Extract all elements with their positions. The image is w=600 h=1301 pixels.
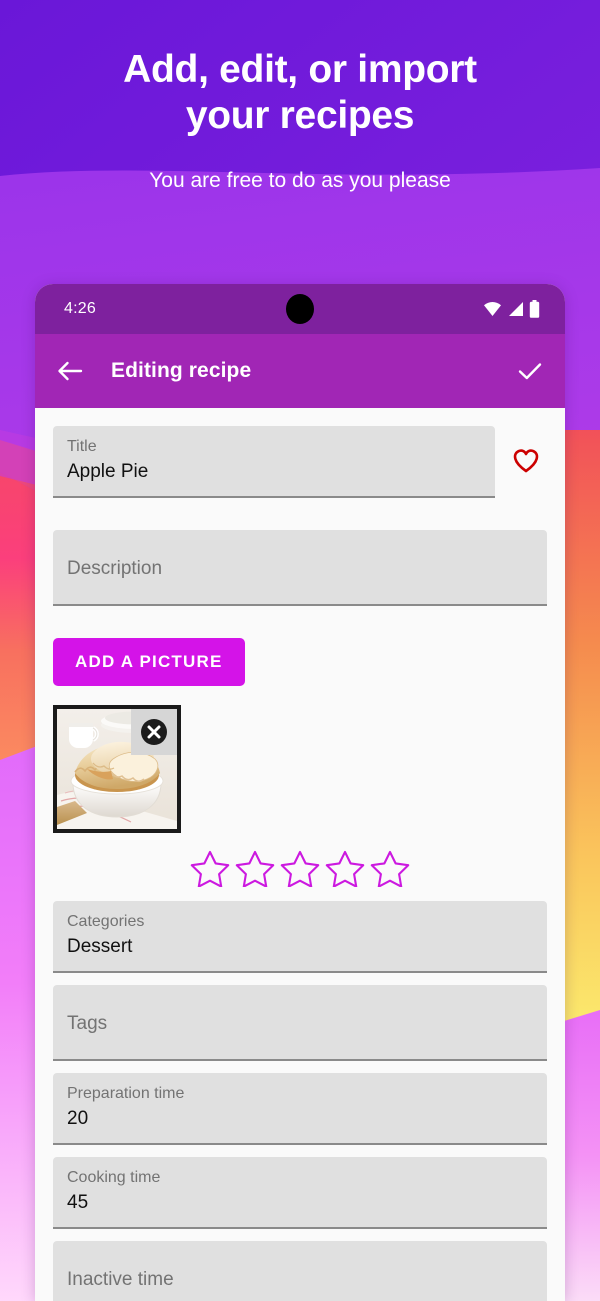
remove-photo-x-icon xyxy=(141,719,167,745)
wifi-icon xyxy=(484,302,501,316)
back-arrow-icon[interactable] xyxy=(57,360,83,382)
favorite-heart-icon[interactable] xyxy=(511,446,541,479)
recipe-photo-thumbnail[interactable] xyxy=(53,705,181,833)
preparation-time-field-label: Preparation time xyxy=(67,1085,185,1102)
star-outline-icon-2[interactable] xyxy=(235,849,275,887)
spacer-after-categories xyxy=(53,973,547,985)
spacer-after-cooking xyxy=(53,1229,547,1241)
categories-field-value: Dessert xyxy=(67,935,133,957)
star-outline-icon-3[interactable] xyxy=(280,849,320,887)
checkmark-icon[interactable] xyxy=(517,360,543,382)
preparation-time-field-value: 20 xyxy=(67,1107,89,1129)
star-outline-icon-5[interactable] xyxy=(370,849,410,887)
cooking-time-field-value: 45 xyxy=(67,1191,89,1213)
hero-title-line1: Add, edit, or import xyxy=(123,48,477,91)
front-camera-punchhole xyxy=(286,294,314,324)
page-title: Add, edit, or import your recipes xyxy=(0,47,600,139)
hero-title-line2: your recipes xyxy=(185,94,415,138)
cellular-signal-icon xyxy=(509,302,523,316)
title-field-value: Apple Pie xyxy=(67,460,149,482)
spacer-after-prep xyxy=(53,1145,547,1157)
app-bar-title: Editing recipe xyxy=(111,359,252,382)
categories-field[interactable]: Categories Dessert xyxy=(53,901,547,973)
star-outline-icon-4[interactable] xyxy=(325,849,365,887)
add-picture-button[interactable]: ADD A PICTURE xyxy=(53,638,245,686)
phone-mockup: 4:26 Editing recipe Title Apple Pie Desc… xyxy=(35,284,565,1301)
rating-stars[interactable] xyxy=(53,849,547,887)
title-row: Title Apple Pie xyxy=(53,426,547,498)
battery-icon xyxy=(529,300,540,318)
inactive-time-field[interactable]: Inactive time xyxy=(53,1241,547,1301)
preparation-time-field[interactable]: Preparation time 20 xyxy=(53,1073,547,1145)
categories-field-label: Categories xyxy=(67,913,145,930)
spacer-after-title xyxy=(53,498,547,530)
star-outline-icon-1[interactable] xyxy=(190,849,230,887)
tags-field-placeholder: Tags xyxy=(67,1012,108,1034)
inactive-time-field-placeholder: Inactive time xyxy=(67,1268,174,1290)
cooking-time-field-label: Cooking time xyxy=(67,1169,161,1186)
status-bar-icons xyxy=(483,300,540,318)
tags-field[interactable]: Tags xyxy=(53,985,547,1061)
app-bar: Editing recipe xyxy=(35,334,565,408)
title-field-label: Title xyxy=(67,438,97,455)
hero-subtitle: You are free to do as you please xyxy=(149,169,451,193)
cooking-time-field[interactable]: Cooking time 45 xyxy=(53,1157,547,1229)
title-field[interactable]: Title Apple Pie xyxy=(53,426,495,498)
remove-photo-button[interactable] xyxy=(131,709,177,755)
status-bar-clock: 4:26 xyxy=(64,300,96,317)
hero-section: Add, edit, or import your recipes You ar… xyxy=(0,0,600,193)
spacer-after-description xyxy=(53,606,547,638)
description-field-placeholder: Description xyxy=(67,557,163,579)
description-field[interactable]: Description xyxy=(53,530,547,606)
spacer-after-tags xyxy=(53,1061,547,1073)
status-bar: 4:26 xyxy=(35,284,565,334)
recipe-edit-form: Title Apple Pie Description ADD A PICTUR… xyxy=(35,408,565,1301)
